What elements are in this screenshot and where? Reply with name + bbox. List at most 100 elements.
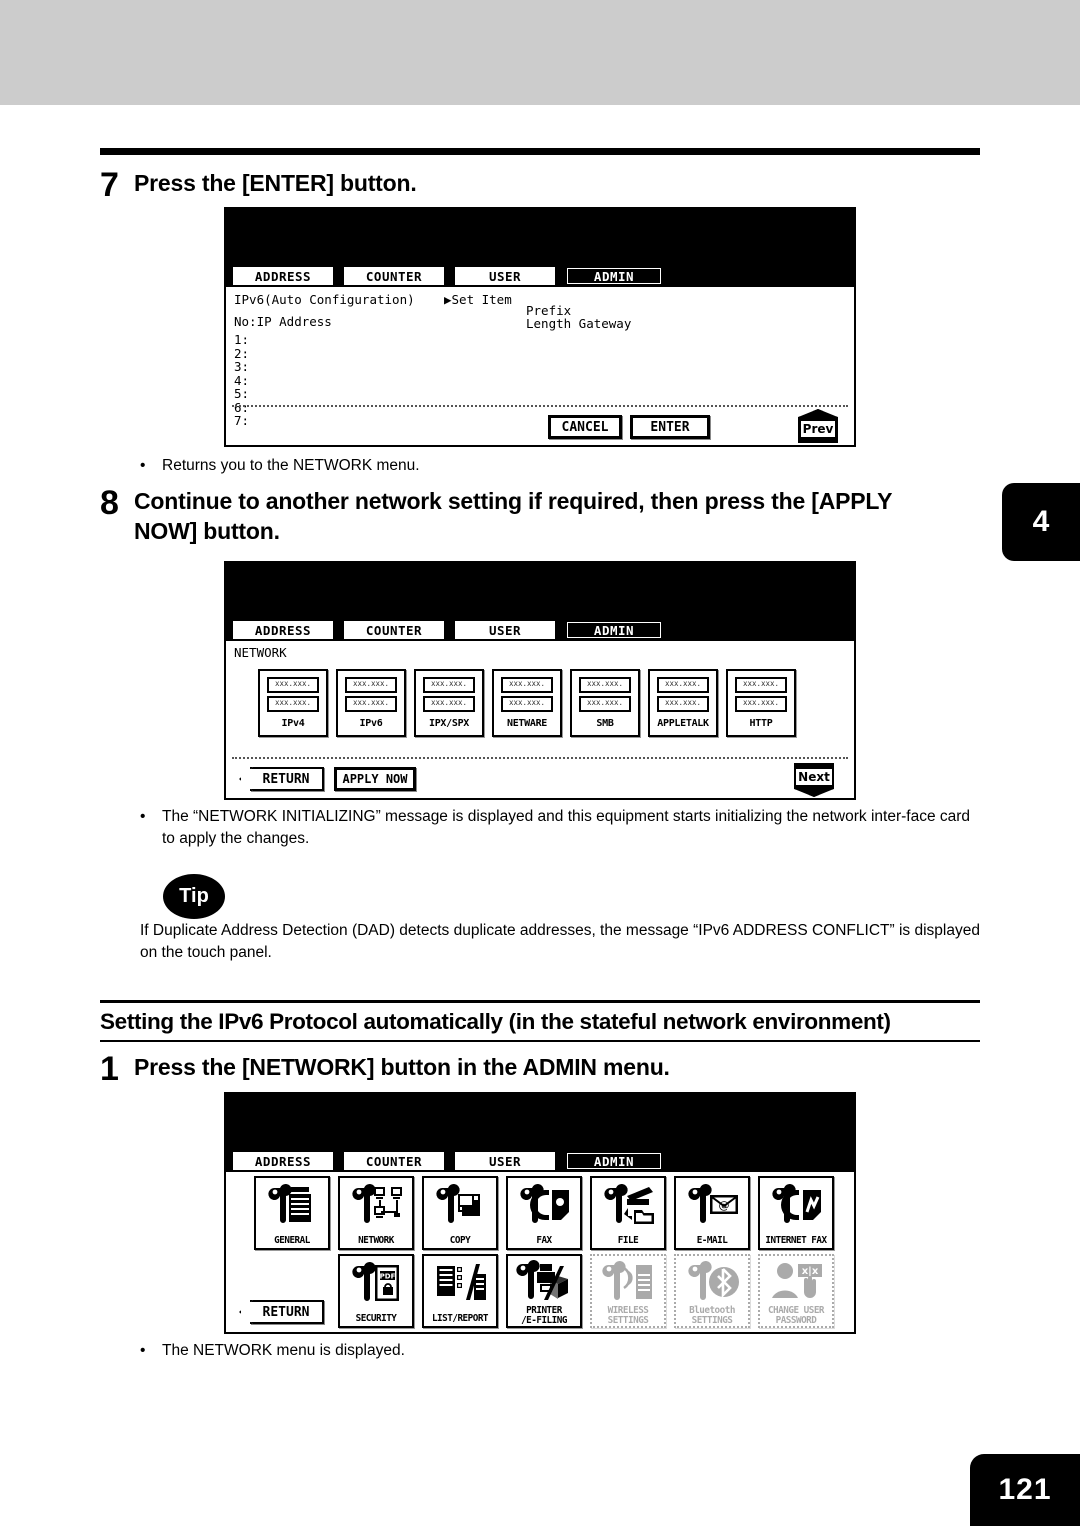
- apply-now-button[interactable]: APPLY NOW: [334, 767, 416, 791]
- section-title: Setting the IPv6 Protocol automatically …: [100, 1009, 891, 1034]
- tab-user[interactable]: USER: [453, 265, 557, 287]
- wrench-fax-icon: [516, 1182, 572, 1228]
- ipv6-row[interactable]: 2:: [234, 347, 249, 361]
- prev-button-label: Prev: [800, 421, 836, 437]
- tile-value-line-1: xxx.xxx.: [345, 677, 397, 693]
- tile-value-line-2: xxx.xxx.: [657, 696, 709, 712]
- admin-tile-label: FILE: [617, 1234, 639, 1246]
- admin-tile-security[interactable]: PDF SECURITY: [338, 1254, 414, 1328]
- network-tile-label: HTTP: [749, 718, 773, 729]
- admin-tile-list-report[interactable]: LIST/REPORT: [422, 1254, 498, 1328]
- admin-tile-bluetooth-settings: Bluetooth SETTINGS: [674, 1254, 750, 1328]
- network-tile-label: IPv4: [281, 718, 305, 729]
- lcd-body-2: NETWORK xxx.xxx. xxx.xxx. IPv4 xxx.xxx. …: [226, 641, 854, 798]
- admin-tile-fax[interactable]: FAX: [506, 1176, 582, 1250]
- cancel-button[interactable]: CANCEL: [548, 415, 622, 439]
- tab-admin[interactable]: ADMIN: [564, 1150, 664, 1172]
- tab-user[interactable]: USER: [453, 619, 557, 641]
- top-divider-rule: [100, 148, 980, 155]
- tile-value-line-2: xxx.xxx.: [735, 696, 787, 712]
- tile-value-line-2: xxx.xxx.: [345, 696, 397, 712]
- admin-tile-internet-fax[interactable]: INTERNET FAX: [758, 1176, 834, 1250]
- admin-tile-email[interactable]: @ E-MAIL: [674, 1176, 750, 1250]
- admin-tile-label: NETWORK: [358, 1234, 394, 1246]
- user-password-icon: x|x: [768, 1260, 824, 1306]
- tab-admin[interactable]: ADMIN: [564, 265, 664, 287]
- network-tile-http[interactable]: xxx.xxx. xxx.xxx. HTTP: [726, 669, 796, 737]
- network-tile-ipv6[interactable]: xxx.xxx. xxx.xxx. IPv6: [336, 669, 406, 737]
- admin-return-button[interactable]: RETURN: [250, 1300, 324, 1324]
- admin-tile-label: WIRELESS SETTINGS: [607, 1305, 649, 1326]
- step-7-note: • Returns you to the NETWORK menu.: [140, 455, 940, 477]
- step-1-note-text: The NETWORK menu is displayed.: [162, 1342, 405, 1359]
- tab-user[interactable]: USER: [453, 1150, 557, 1172]
- ipv6-row[interactable]: 6:: [234, 401, 249, 415]
- network-tile-netware[interactable]: xxx.xxx. xxx.xxx. NETWARE: [492, 669, 562, 737]
- admin-tile-file[interactable]: FILE: [590, 1176, 666, 1250]
- svg-text:PDF: PDF: [380, 1273, 396, 1281]
- tile-value-line-2: xxx.xxx.: [501, 696, 553, 712]
- step-8-number: 8: [100, 484, 119, 522]
- ipv6-row[interactable]: 7:: [234, 414, 249, 428]
- ipv6-row[interactable]: 1:: [234, 333, 249, 347]
- tile-value-line-1: xxx.xxx.: [267, 677, 319, 693]
- admin-tile-general[interactable]: GENERAL: [254, 1176, 330, 1250]
- svg-text:@: @: [719, 1199, 730, 1212]
- set-item-label: ▶Set Item: [444, 292, 512, 307]
- tile-value-line-2: xxx.xxx.: [579, 696, 631, 712]
- tab-admin[interactable]: ADMIN: [564, 619, 664, 641]
- next-button[interactable]: Next: [794, 763, 834, 797]
- wrench-network-icon: [348, 1182, 404, 1228]
- tab-counter[interactable]: COUNTER: [342, 619, 446, 641]
- tab-counter[interactable]: COUNTER: [342, 1150, 446, 1172]
- network-tile-label: NETWARE: [506, 718, 548, 729]
- return-button[interactable]: RETURN: [250, 767, 324, 791]
- admin-tile-printer-efiling[interactable]: PRINTER /E-FILING: [506, 1254, 582, 1328]
- lcd-panel-network: ADDRESS COUNTER USER ADMIN NETWORK xxx.x…: [224, 561, 856, 800]
- tab-address[interactable]: ADDRESS: [231, 1150, 335, 1172]
- network-tile-label: SMB: [596, 718, 614, 729]
- network-tile-label: APPLETALK: [657, 718, 709, 729]
- admin-icon-row-2: PDF SECURITY LIST/REPORT PRINTER /E-FILI…: [338, 1254, 834, 1328]
- tab-counter[interactable]: COUNTER: [342, 265, 446, 287]
- admin-tile-label: LIST/REPORT: [431, 1312, 489, 1324]
- network-tile-ipv4[interactable]: xxx.xxx. xxx.xxx. IPv4: [258, 669, 328, 737]
- tab-address[interactable]: ADDRESS: [231, 265, 335, 287]
- lcd-panel-ipv6-list: ADDRESS COUNTER USER ADMIN IPv6(Auto Con…: [224, 207, 856, 447]
- ipv6-row[interactable]: 4:: [234, 374, 249, 388]
- network-tile-smb[interactable]: xxx.xxx. xxx.xxx. SMB: [570, 669, 640, 737]
- wrench-pdf-lock-icon: PDF: [348, 1260, 404, 1306]
- wrench-email-icon: @: [684, 1182, 740, 1228]
- tile-value-line-1: xxx.xxx.: [501, 677, 553, 693]
- step-1-number: 1: [100, 1050, 119, 1088]
- admin-tile-copy[interactable]: COPY: [422, 1176, 498, 1250]
- network-tile-appletalk[interactable]: xxx.xxx. xxx.xxx. APPLETALK: [648, 669, 718, 737]
- next-button-label: Next: [796, 769, 832, 785]
- admin-tile-label: E-MAIL: [696, 1234, 728, 1246]
- tile-value-line-1: xxx.xxx.: [657, 677, 709, 693]
- wrench-internetfax-icon: [768, 1182, 824, 1228]
- network-tile-ipx-spx[interactable]: xxx.xxx. xxx.xxx. IPX/SPX: [414, 669, 484, 737]
- ipv6-row[interactable]: 3:: [234, 360, 249, 374]
- lcd-separator-1: [232, 405, 848, 407]
- lcd-panel-admin: ADDRESS COUNTER USER ADMIN GENERAL NETWO…: [224, 1092, 856, 1334]
- step-7-note-text: Returns you to the NETWORK menu.: [162, 457, 420, 474]
- admin-tile-label: FAX: [536, 1234, 552, 1246]
- tab-address[interactable]: ADDRESS: [231, 619, 335, 641]
- ipv6-row[interactable]: 5:: [234, 387, 249, 401]
- admin-tile-label: SECURITY: [355, 1312, 397, 1324]
- step-7: 7 Press the [ENTER] button.: [100, 168, 980, 202]
- step-8-note: • The “NETWORK INITIALIZING” message is …: [140, 806, 980, 851]
- admin-tile-label: INTERNET FAX: [765, 1234, 827, 1246]
- tile-value-line-1: xxx.xxx.: [423, 677, 475, 693]
- admin-tile-network[interactable]: NETWORK: [338, 1176, 414, 1250]
- lcd-separator-2: [232, 757, 848, 759]
- tile-value-line-1: xxx.xxx.: [579, 677, 631, 693]
- wrench-printer-icon: [264, 1182, 320, 1228]
- tile-value-line-2: xxx.xxx.: [267, 696, 319, 712]
- step-7-number: 7: [100, 166, 119, 204]
- enter-button[interactable]: ENTER: [630, 415, 710, 439]
- prev-button[interactable]: Prev: [798, 409, 838, 443]
- wrench-bluetooth-icon: [684, 1260, 740, 1306]
- page-number: 121: [970, 1454, 1080, 1526]
